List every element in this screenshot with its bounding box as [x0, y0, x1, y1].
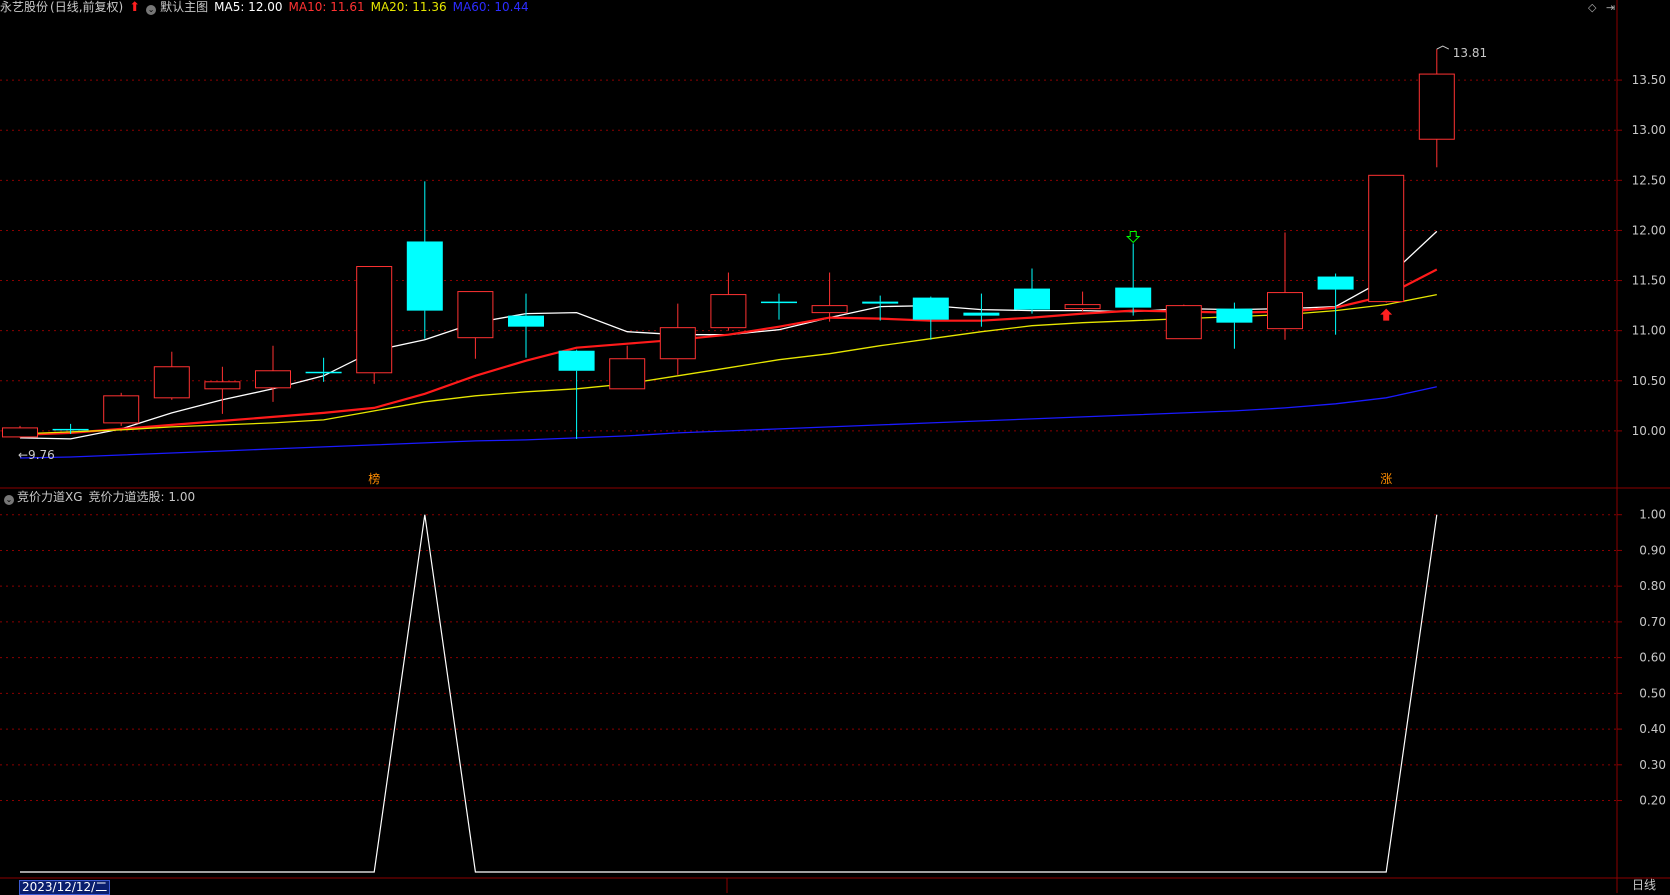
dropdown-circle-icon[interactable]: ⌄	[4, 495, 14, 505]
candle-body	[659, 327, 696, 360]
candle-body	[609, 358, 646, 390]
candle-down	[862, 295, 899, 321]
candle-body	[1418, 73, 1455, 140]
candle-up	[1267, 232, 1303, 340]
candle-up	[356, 266, 393, 384]
candle-body	[1064, 304, 1101, 310]
candle-down	[761, 293, 797, 320]
ma10-label: MA10: 11.61	[288, 0, 365, 14]
candle-body	[153, 366, 190, 399]
candle-body	[406, 241, 443, 311]
candle-body	[255, 370, 291, 389]
candle-body	[1368, 174, 1405, 303]
candle-body	[710, 294, 747, 329]
sub-y-tick-label: 0.80	[1639, 579, 1666, 593]
candle-body	[811, 305, 848, 314]
red-up-arrow-icon[interactable]: ⬆	[129, 0, 140, 15]
sub-y-tick-label: 0.40	[1639, 722, 1666, 736]
indicator-y-axis: 0.20 0.30 0.40 0.50 0.60 0.70 0.80 0.90 1.00	[1617, 508, 1666, 808]
candle-down	[558, 349, 595, 439]
candle-body	[1267, 292, 1303, 330]
stock-chart[interactable]: 13.81 ←9.76 榜 涨 10.00 10.50 11.00 11.50 12.00 12…	[0, 0, 1670, 893]
main-y-tick-label: 13.00	[1632, 123, 1666, 137]
indicator-header: ⌄ 竞价力道XG 竞价力道选股: 1.00	[0, 490, 195, 506]
ma20-label: MA20: 11.36	[370, 0, 447, 14]
candle-body	[103, 395, 140, 424]
main-y-tick-label: 10.00	[1632, 424, 1666, 438]
sub-y-tick-label: 0.50	[1639, 686, 1666, 700]
low-price-label: ←9.76	[18, 448, 55, 462]
period-label[interactable]: 日线	[1632, 879, 1656, 892]
candle-down	[1014, 268, 1050, 314]
main-y-tick-label: 13.50	[1632, 73, 1666, 87]
main-y-axis: 10.00 10.50 11.00 11.50 12.00 12.50 13.00 13.50	[1617, 73, 1666, 438]
buy-arrow-icon	[1380, 308, 1393, 321]
candle-up	[710, 272, 747, 331]
sub-y-tick-label: 0.90	[1639, 543, 1666, 557]
candle-up	[609, 345, 646, 390]
main-y-tick-label: 11.00	[1632, 324, 1666, 338]
candle-up	[103, 392, 140, 426]
moving-average-lines	[19, 230, 1438, 459]
event-marker: 榜	[368, 471, 380, 486]
sub-y-tick-label: 0.70	[1639, 615, 1666, 629]
main-y-tick-label: 11.50	[1632, 274, 1666, 288]
candle-up	[659, 303, 696, 375]
main-y-tick-label: 10.50	[1632, 374, 1666, 388]
candle-body	[356, 266, 393, 374]
candle-body	[52, 428, 89, 431]
candle-down	[912, 296, 949, 340]
expand-icon[interactable]: ⇥	[1606, 1, 1615, 14]
candle-body	[457, 291, 494, 339]
diamond-icon[interactable]: ◇	[1588, 1, 1596, 14]
candle-body	[761, 301, 797, 304]
chart-mode: (日线,前复权)	[50, 0, 124, 14]
main-chart-header: 永艺股份 (日线,前复权) ⬆ ⌄ 默认主图 MA5: 12.00 MA10: 11.61 M…	[0, 0, 535, 16]
candle-body	[305, 371, 342, 374]
candle-down	[1216, 302, 1253, 349]
candle-body	[912, 297, 949, 320]
candle-up	[1165, 304, 1202, 340]
candle-body	[1014, 288, 1050, 310]
main-y-tick-label: 12.00	[1632, 223, 1666, 237]
sub-y-tick-label: 0.60	[1639, 651, 1666, 665]
candle-down	[406, 181, 443, 339]
candle-body	[1216, 308, 1253, 323]
candle-body	[2, 427, 38, 438]
template-name[interactable]: 默认主图	[160, 0, 208, 14]
candle-body	[1115, 287, 1152, 308]
candle-body	[963, 312, 1000, 316]
candle-body	[1165, 305, 1202, 340]
candle-up	[255, 345, 291, 402]
candle-body	[1317, 276, 1354, 290]
sub-y-tick-label: 0.30	[1639, 758, 1666, 772]
candle-down	[508, 293, 544, 358]
ma5-label: MA5: 12.00	[214, 0, 283, 14]
indicator-name[interactable]: 竞价力道XG	[17, 490, 83, 504]
candle-up	[204, 366, 241, 414]
candle-up	[1418, 49, 1455, 168]
high-pointer	[1436, 45, 1450, 50]
candle-down	[1115, 243, 1152, 316]
candle-up	[457, 291, 494, 359]
main-y-tick-label: 12.50	[1632, 173, 1666, 187]
sell-arrow-icon	[1125, 230, 1141, 244]
indicator-value: 竞价力道选股: 1.00	[88, 490, 196, 504]
candle-up	[1064, 291, 1101, 312]
event-marker: 涨	[1380, 471, 1392, 486]
sub-y-tick-label: 1.00	[1639, 508, 1666, 522]
candle-body	[558, 350, 595, 371]
stock-name[interactable]: 永艺股份	[0, 0, 48, 14]
candle-body	[862, 301, 899, 304]
candle-up	[153, 351, 190, 400]
candle-body	[204, 381, 241, 390]
dropdown-circle-icon[interactable]: ⌄	[146, 5, 157, 15]
candle-body	[508, 315, 544, 327]
high-price-label: 13.81	[1453, 46, 1487, 60]
ma60-label: MA60: 10.44	[452, 0, 529, 14]
sub-y-tick-label: 0.20	[1639, 794, 1666, 808]
candle-up	[2, 425, 38, 438]
candle-up	[1368, 174, 1405, 303]
